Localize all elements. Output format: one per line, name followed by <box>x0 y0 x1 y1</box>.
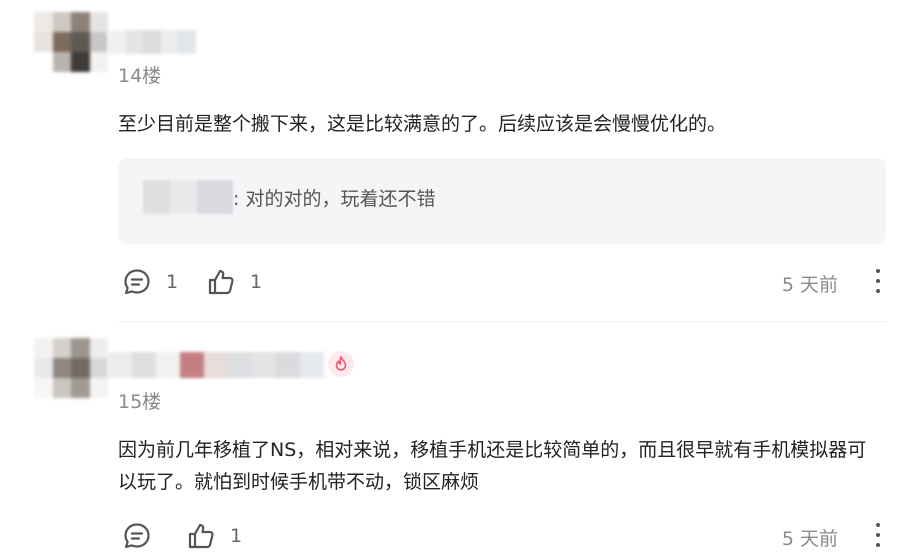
more-vertical-icon[interactable] <box>872 266 884 296</box>
thumbs-up-icon <box>208 269 234 295</box>
like-button[interactable]: 1 <box>206 262 262 302</box>
flame-badge-icon <box>328 351 354 377</box>
like-count: 1 <box>250 271 263 293</box>
reply-preview[interactable]: : 对的对的，玩着还不错 <box>118 158 886 244</box>
comment-bubble-icon <box>124 523 150 549</box>
timestamp: 5 天前 <box>781 274 838 296</box>
comment-item: 15楼 因为前几年移植了NS，相对来说，移植手机还是比较简单的，而且很早就有手机… <box>0 322 911 550</box>
avatar[interactable] <box>34 12 108 72</box>
reply-text: : 对的对的，玩着还不错 <box>233 188 436 210</box>
comment-text: 因为前几年移植了NS，相对来说，移植手机还是比较简单的，而且很早就有手机模拟器可… <box>118 439 867 493</box>
reply-username[interactable] <box>143 180 233 214</box>
floor-number: 14楼 <box>118 65 162 87</box>
floor-number: 15楼 <box>118 391 162 413</box>
comment-bubble-icon <box>124 269 150 295</box>
like-button[interactable]: 1 <box>186 516 242 556</box>
reply-button[interactable]: 1 <box>122 262 178 302</box>
avatar[interactable] <box>34 338 108 398</box>
timestamp: 5 天前 <box>781 528 838 550</box>
comment-text: 至少目前是整个搬下来，这是比较满意的了。后续应该是会慢慢优化的。 <box>118 113 727 135</box>
username[interactable] <box>108 30 196 54</box>
reply-button[interactable] <box>122 516 166 556</box>
reply-count: 1 <box>166 271 179 293</box>
action-bar: 1 5 天前 <box>118 516 886 556</box>
like-count: 1 <box>230 525 243 547</box>
action-bar: 1 1 5 天前 <box>118 262 886 302</box>
more-vertical-icon[interactable] <box>872 520 884 550</box>
thumbs-up-icon <box>188 523 214 549</box>
comment-item: 14楼 至少目前是整个搬下来，这是比较满意的了。后续应该是会慢慢优化的。 : 对… <box>0 0 911 322</box>
username[interactable] <box>108 352 324 378</box>
